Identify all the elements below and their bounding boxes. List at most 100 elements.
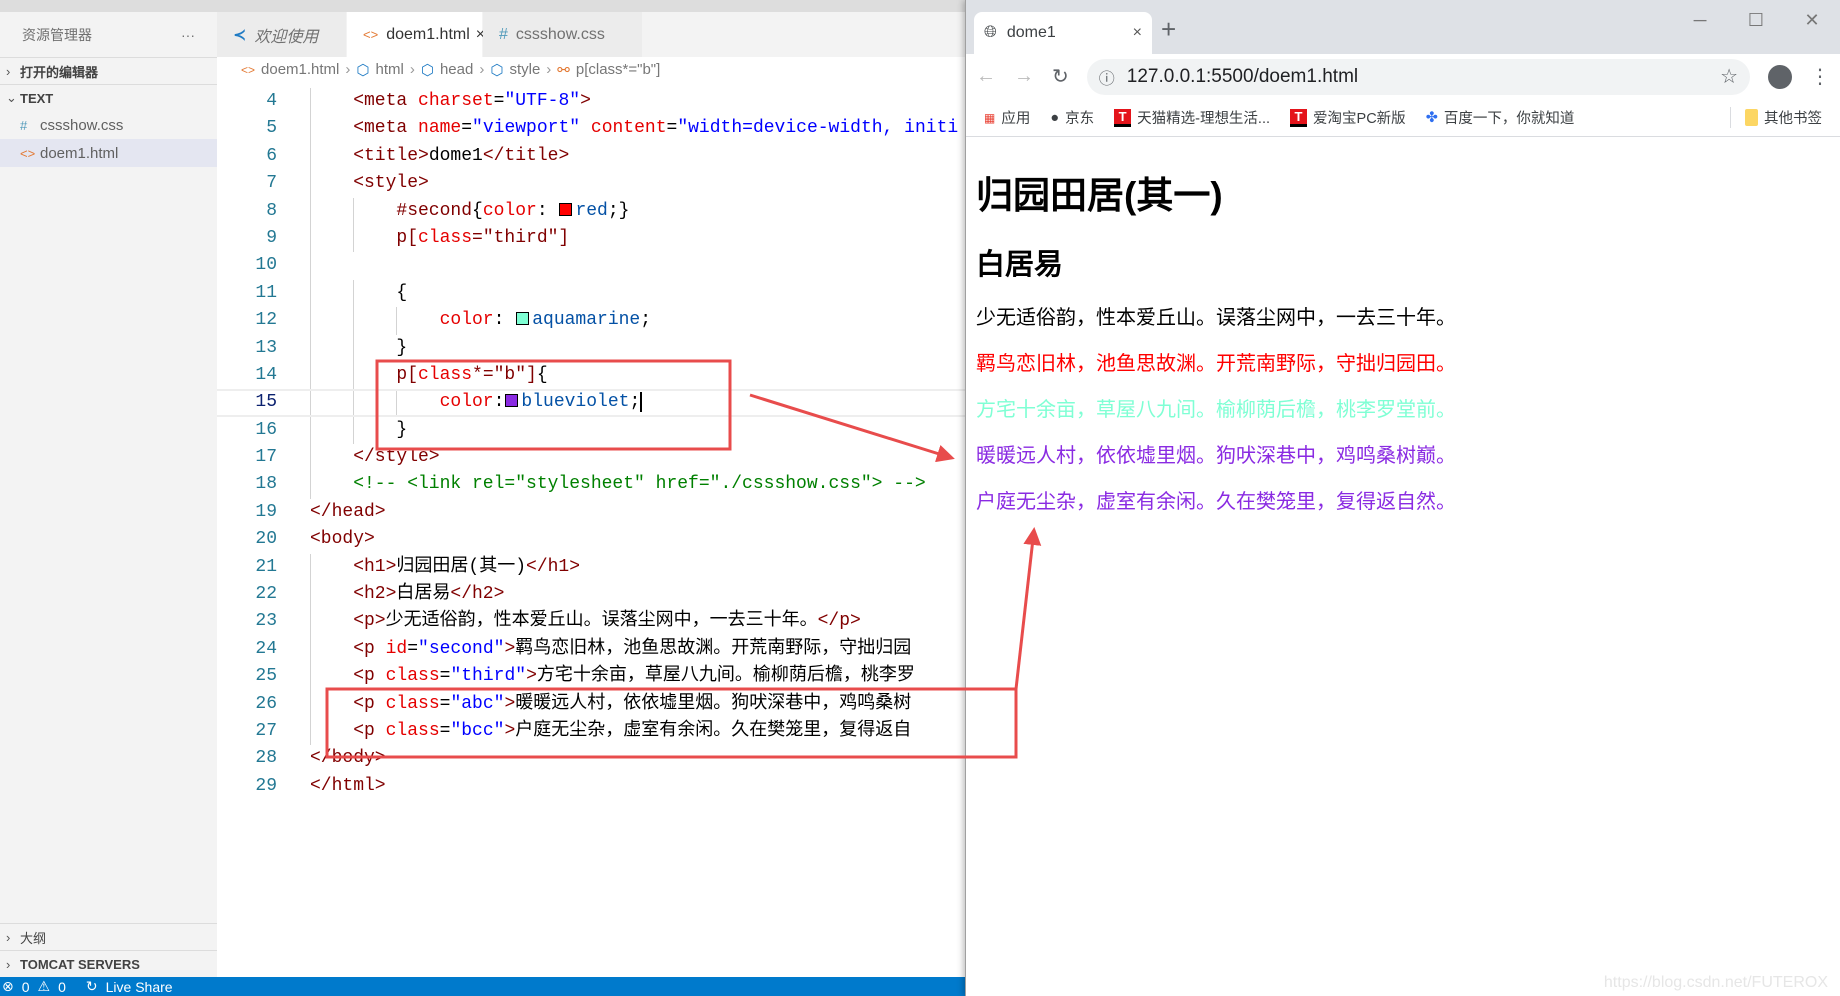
tab-label: cssshow.css	[515, 25, 605, 43]
tab-cssshow[interactable]: # cssshow.css	[483, 12, 643, 57]
line-number: 19	[255, 501, 277, 522]
code-token: 户庭无尘杂，虚室有余闲。久在樊笼里，复得返自	[515, 720, 912, 741]
code-token: </head>	[310, 501, 386, 522]
color-swatch[interactable]	[505, 394, 519, 408]
tab-label: doem1.html	[386, 25, 470, 43]
code-token: id	[385, 638, 408, 659]
back-button[interactable]: ←	[976, 65, 996, 88]
section-label: TEXT	[20, 90, 54, 106]
code-token: </html>	[310, 775, 386, 796]
file-item-doem1[interactable]: <> doem1.html	[0, 139, 217, 167]
code-text: }	[396, 417, 407, 444]
breadcrumb-item[interactable]: html	[376, 61, 404, 78]
code-text: <title>dome1</title>	[353, 143, 569, 170]
line-number: 18	[255, 474, 277, 495]
code-token: 白居易	[396, 584, 451, 605]
code-token: <p	[353, 666, 375, 687]
browser-tab[interactable]: 🌐︎ dome1 ×	[974, 12, 1152, 54]
element-icon: ⬡	[490, 61, 504, 79]
code-token: <p	[353, 638, 375, 659]
tomcat-section[interactable]: › TOMCAT SERVERS	[0, 950, 217, 977]
minimize-button[interactable]: ─	[1672, 0, 1728, 40]
line-number: 10	[255, 255, 277, 276]
code-text: <p id="second">羁鸟恋旧林，池鱼思故渊。开荒南野际，守拙归园	[353, 636, 911, 663]
code-text: <h1>归园田居(其一)</h1>	[353, 554, 580, 581]
chevron-right-icon: ›	[479, 61, 485, 78]
code-token: =	[439, 693, 451, 714]
close-tab-button[interactable]: ×	[1133, 24, 1142, 42]
line-number: 13	[255, 337, 277, 358]
line-number: 5	[266, 118, 277, 139]
breadcrumb-item[interactable]: doem1.html	[261, 61, 339, 78]
other-bookmarks[interactable]: 其他书签	[1730, 107, 1822, 128]
forward-button[interactable]: →	[1014, 65, 1034, 88]
code-token: <title>	[353, 145, 429, 166]
line-number: 6	[266, 145, 277, 166]
line-number: 8	[266, 200, 277, 221]
warning-count[interactable]: 0	[58, 979, 66, 995]
code-token: 羁鸟恋旧林，池鱼思故渊。开荒南野际，守拙归园	[515, 638, 912, 659]
maximize-button[interactable]: ☐	[1728, 0, 1784, 40]
bookmark-star-icon[interactable]: ☆	[1720, 64, 1738, 89]
live-share-button[interactable]: Live Share	[106, 979, 173, 995]
address-bar[interactable]: ⓘ 127.0.0.1:5500/doem1.html ☆	[1086, 58, 1750, 95]
outline-section[interactable]: › 大纲	[0, 923, 217, 950]
code-text: <meta charset="UTF-8">	[353, 88, 591, 115]
menu-kebab-icon[interactable]: ⋮	[1810, 64, 1830, 89]
code-text: <body>	[310, 526, 375, 553]
error-count[interactable]: 0	[22, 979, 30, 995]
file-item-cssshow[interactable]: # cssshow.css	[0, 111, 217, 139]
bookmark-baidu[interactable]: ✤ 百度一下，你就知道	[1426, 107, 1575, 128]
code-token: p[	[396, 364, 418, 385]
code-token: 归园田居(其一)	[396, 556, 527, 577]
explorer-header: 资源管理器 ···	[0, 12, 217, 57]
code-text: }	[396, 335, 407, 362]
color-swatch[interactable]	[516, 312, 530, 326]
line-number: 26	[255, 693, 277, 714]
code-token: p[	[396, 227, 418, 248]
close-window-button[interactable]: ✕	[1784, 0, 1840, 40]
code-token: =	[493, 91, 505, 111]
open-editors-section[interactable]: › 打开的编辑器	[0, 57, 217, 84]
text-cursor	[640, 391, 642, 412]
paragraph-bcc: 户庭无尘杂，虚室有余闲。久在樊笼里，复得返自然。	[976, 491, 1456, 513]
indent-guide	[353, 279, 355, 308]
bookmark-tmall[interactable]: T 天猫精选-理想生活...	[1114, 107, 1270, 128]
page-content: 归园田居(其一) 白居易 少无适俗韵，性本爱丘山。误落尘网中，一去三十年。 羁鸟…	[966, 137, 1840, 559]
breadcrumb-item[interactable]: style	[509, 61, 540, 78]
indent-guide	[310, 471, 311, 499]
tmall-icon: T	[1114, 108, 1132, 127]
code-text: </html>	[310, 773, 386, 800]
line-number: 11	[255, 282, 277, 303]
folder-section[interactable]: ⌄ TEXT	[0, 84, 217, 111]
bookmark-jd[interactable]: ● 京东	[1050, 107, 1094, 128]
more-actions-button[interactable]: ···	[181, 27, 195, 43]
code-token: blueviolet	[521, 392, 630, 413]
tab-label: 欢迎使用	[254, 28, 319, 46]
line-number: 20	[255, 529, 277, 550]
reload-button[interactable]: ↻	[1052, 64, 1069, 89]
tmall-icon: T	[1290, 108, 1308, 127]
code-token: class	[385, 666, 440, 687]
code-token: =	[407, 638, 419, 659]
indent-guide	[310, 553, 311, 582]
tab-welcome[interactable]: ≺ 欢迎使用	[217, 12, 347, 57]
breadcrumb-item[interactable]: head	[440, 61, 473, 78]
profile-avatar[interactable]	[1768, 64, 1792, 89]
page-subheading: 白居易	[976, 249, 1064, 281]
bookmark-aitaobao[interactable]: T 爱淘宝PC新版	[1290, 107, 1406, 128]
tab-doem1[interactable]: <> doem1.html ×	[347, 12, 485, 57]
indent-guide	[353, 391, 355, 415]
code-token: content	[590, 118, 667, 139]
code-text: color: blueviolet;	[440, 391, 642, 414]
breadcrumb-item[interactable]: p[class*="b"]	[576, 61, 660, 78]
new-tab-button[interactable]: +	[1161, 14, 1176, 45]
indent-guide	[310, 88, 311, 116]
code-token: "UTF-8"	[504, 91, 581, 111]
bookmark-label: 爱淘宝PC新版	[1313, 111, 1406, 127]
bookmark-apps[interactable]: ▦ 应用	[984, 107, 1030, 128]
line-number: 22	[255, 584, 277, 605]
color-swatch[interactable]	[559, 202, 573, 216]
indent-guide	[310, 444, 311, 472]
